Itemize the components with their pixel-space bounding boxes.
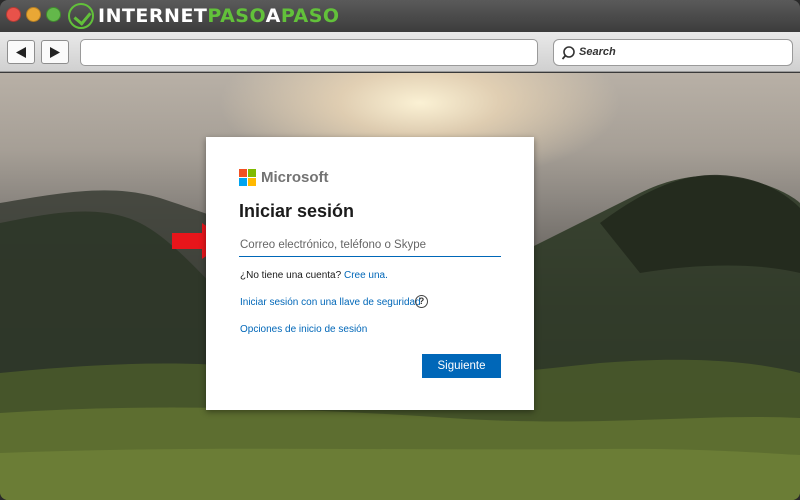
next-button[interactable]: Siguiente xyxy=(422,354,501,378)
maximize-window-button[interactable] xyxy=(46,7,61,22)
back-button[interactable] xyxy=(7,40,35,64)
microsoft-logo-icon xyxy=(239,169,257,187)
microsoft-wordmark: Microsoft xyxy=(261,169,329,186)
sign-in-options-link[interactable]: Opciones de inicio de sesión xyxy=(240,324,367,335)
security-key-link[interactable]: Iniciar sesión con una llave de segurida… xyxy=(240,297,421,308)
email-field[interactable] xyxy=(239,233,501,257)
create-account-link[interactable]: Cree una. xyxy=(344,270,388,281)
brand-wordmark: INTERNETPASOAPASO xyxy=(98,5,340,27)
forward-button[interactable] xyxy=(41,40,69,64)
forward-arrow-icon xyxy=(50,47,60,58)
search-field[interactable]: Search xyxy=(553,39,793,66)
login-card: Microsoft Iniciar sesión ¿No tiene una c… xyxy=(206,137,534,410)
help-icon[interactable]: ? xyxy=(415,295,428,308)
search-icon xyxy=(562,46,575,60)
brand-part-paso: PASO xyxy=(207,5,266,27)
search-placeholder: Search xyxy=(579,46,616,58)
no-account-label: ¿No tiene una cuenta? xyxy=(240,270,342,281)
close-window-button[interactable] xyxy=(6,7,21,22)
browser-window: INTERNETPASOAPASO Search Microsoft Inici… xyxy=(0,0,800,500)
brand-part-internet: INTERNET xyxy=(98,5,208,27)
browser-toolbar: Search xyxy=(0,32,800,72)
minimize-window-button[interactable] xyxy=(26,7,41,22)
site-brand: INTERNETPASOAPASO xyxy=(68,3,340,29)
brand-part-a: A xyxy=(265,5,281,27)
back-arrow-icon xyxy=(16,47,26,58)
title-bar: INTERNETPASOAPASO xyxy=(0,0,800,32)
no-account-text: ¿No tiene una cuenta? Cree una. xyxy=(240,270,388,281)
checkmark-logo-icon xyxy=(68,3,94,29)
brand-part-paso-2: PASO xyxy=(280,5,340,27)
page-title: Iniciar sesión xyxy=(239,201,355,221)
address-bar[interactable] xyxy=(80,39,538,66)
